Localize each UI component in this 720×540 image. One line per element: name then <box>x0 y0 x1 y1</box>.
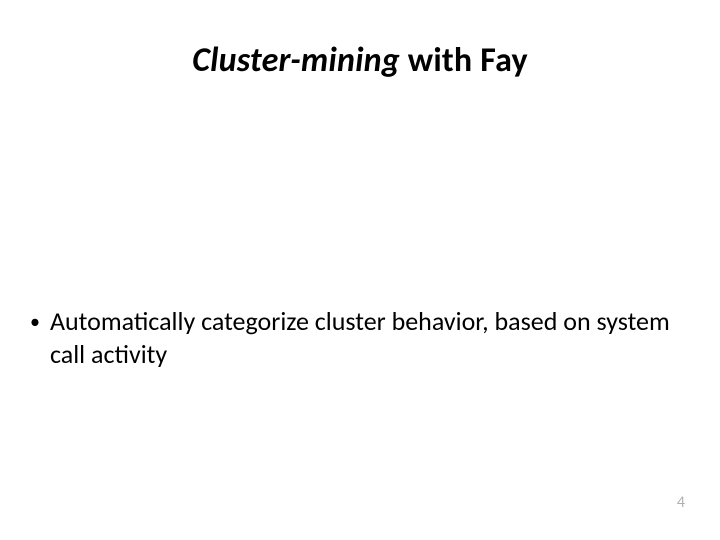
bullet-marker: • <box>30 310 40 335</box>
bullet-item: • Automatically categorize cluster behav… <box>30 305 680 370</box>
page-number: 4 <box>677 493 685 512</box>
content-area: • Automatically categorize cluster behav… <box>30 305 680 370</box>
title-italic: Cluster-mining <box>192 40 400 81</box>
bullet-text: Automatically categorize cluster behavio… <box>50 305 680 370</box>
slide-title: Cluster-mining with Fay <box>40 40 680 81</box>
title-regular: with Fay <box>400 40 528 81</box>
slide: Cluster-mining with Fay • Automatically … <box>0 0 720 540</box>
